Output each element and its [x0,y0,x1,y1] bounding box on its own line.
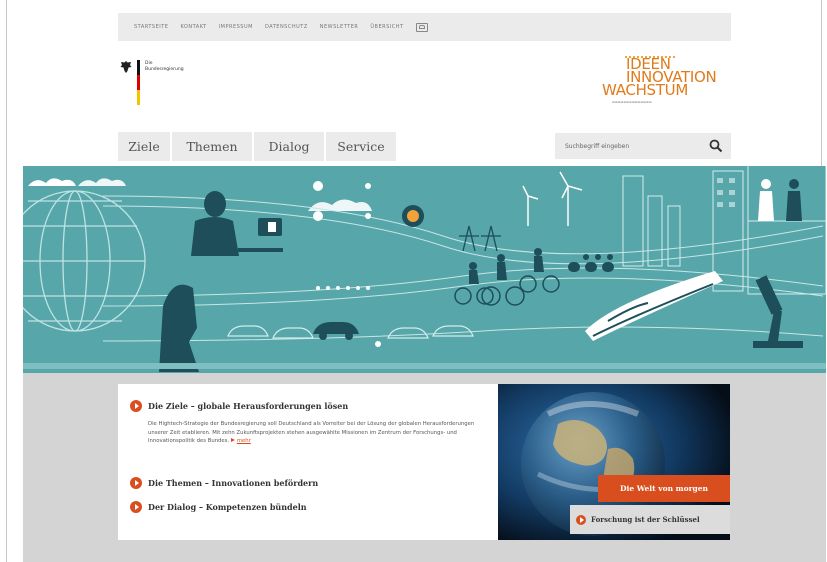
utility-link-startseite[interactable]: STARTSEITE [134,24,168,30]
play-arrow-icon [576,514,586,525]
nav-tab-dialog[interactable]: Dialog [254,132,324,161]
utility-link-datenschutz[interactable]: DATENSCHUTZ [265,24,308,30]
teaser-item-themen[interactable]: Die Themen – Innovationen befördern [130,477,318,489]
ideen-innovation-wachstum-logo[interactable]: IDEEN INNOVATION WACHSTUM ▬▬▬▬▬▬▬▬▬▬▬▬▬▬ [602,56,742,120]
teaser-title-dialog: Der Dialog – Kompetenzen bündeln [148,502,307,512]
teaser-body-ziele: Die Hightech-Strategie der Bundesregieru… [148,421,475,445]
photo-banner[interactable]: Die Welt von morgen [598,475,730,502]
gov-logo-line2: Bundesregierung [145,67,184,72]
play-arrow-icon [130,400,142,412]
photo-caption[interactable]: Forschung ist der Schlüssel [570,505,730,534]
teaser-box: Die Ziele – globale Herausforderungen lö… [118,384,498,540]
search-input[interactable] [565,142,705,150]
utility-link-impressum[interactable]: IMPRESSUM [219,24,253,30]
arrow-right-icon [230,438,235,443]
hero-illustration [23,166,826,373]
bundesregierung-logo[interactable]: Die Bundesregierung [120,60,184,105]
logo-dot-line [625,56,675,58]
more-link[interactable]: mehr [230,438,251,445]
utility-link-uebersicht[interactable]: ÜBERSICHT [370,24,403,30]
utility-link-kontakt[interactable]: KONTAKT [180,24,206,30]
photo-caption-text: Forschung ist der Schlüssel [591,515,700,524]
play-arrow-icon [130,477,142,489]
teaser-item-dialog[interactable]: Der Dialog – Kompetenzen bündeln [130,501,307,513]
utility-nav: STARTSEITE KONTAKT IMPRESSUM DATENSCHUTZ… [118,13,731,41]
teaser-text-ziele: Die Hightech-Strategie der Bundesregieru… [148,420,476,446]
play-arrow-icon [130,501,142,513]
german-flag-bar [137,60,140,105]
hero-illustration-graphic [23,166,826,372]
nav-tab-themen[interactable]: Themen [172,132,252,161]
federal-eagle-icon [120,61,132,73]
sign-language-icon[interactable] [415,22,428,32]
teaser-title-ziele: Die Ziele – globale Herausforderungen lö… [148,401,349,411]
search-box [555,133,731,159]
more-link-label: mehr [236,438,251,445]
nav-tab-ziele[interactable]: Ziele [118,132,170,161]
utility-link-newsletter[interactable]: NEWSLETTER [320,24,359,30]
gov-logo-text: Die Bundesregierung [145,60,184,105]
magnifier-icon[interactable] [709,139,723,153]
logo-line-wachstum: WACHSTUM [602,81,688,99]
earth-photo-teaser[interactable]: Die Welt von morgen Forschung ist der Sc… [498,384,730,540]
nav-tab-service[interactable]: Service [326,132,396,161]
main-nav: Ziele Themen Dialog Service [118,132,396,161]
logo-tagline: ▬▬▬▬▬▬▬▬▬▬▬▬▬▬ [612,100,652,104]
teaser-item-ziele[interactable]: Die Ziele – globale Herausforderungen lö… [130,400,348,412]
page-border-left [6,0,7,562]
teaser-title-themen: Die Themen – Innovationen befördern [148,478,319,488]
